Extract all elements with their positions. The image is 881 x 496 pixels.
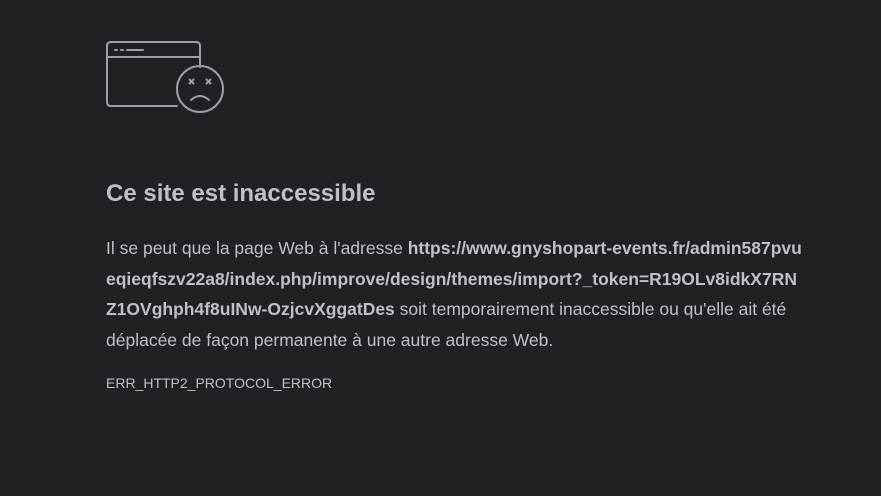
error-code: ERR_HTTP2_PROTOCOL_ERROR <box>106 375 333 391</box>
sad-browser-window-icon <box>105 41 225 115</box>
error-message-prefix: Il se peut que la page Web à l'adresse <box>106 238 408 258</box>
error-message: Il se peut que la page Web à l'adresse h… <box>106 233 806 355</box>
page-title: Ce site est inaccessible <box>106 180 376 207</box>
